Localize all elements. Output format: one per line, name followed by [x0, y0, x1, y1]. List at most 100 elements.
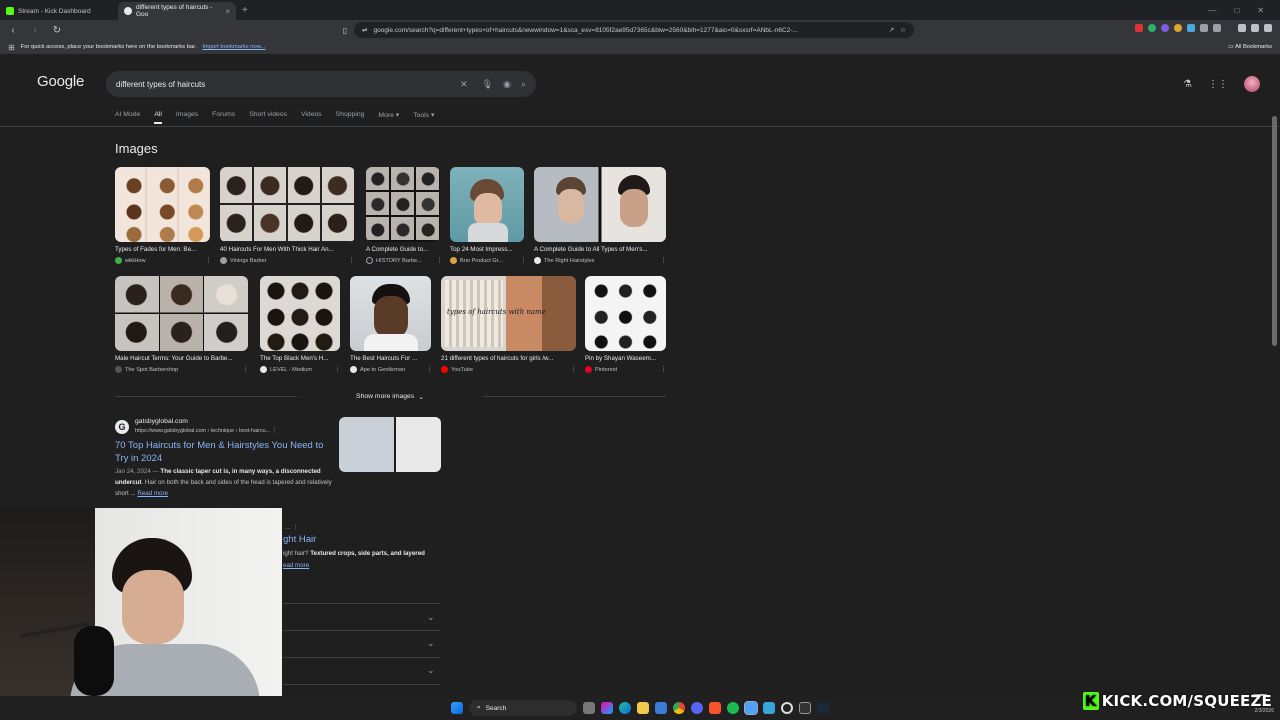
lens-icon[interactable]: ◉ — [503, 79, 511, 90]
sidebar-icon[interactable] — [1213, 24, 1221, 32]
tab-kick-dashboard[interactable]: Stream - Kick Dashboard — [0, 2, 118, 20]
image-caption[interactable]: 40 Haircuts For Men With Thick Hair An..… — [220, 246, 355, 253]
address-bar[interactable]: ⇌ google.com/search?q=different+types+of… — [354, 22, 914, 38]
result-thumbnail[interactable] — [339, 417, 441, 472]
close-tab-icon[interactable]: × — [225, 7, 230, 16]
image-thumbnail[interactable] — [115, 276, 248, 351]
edge-icon[interactable] — [619, 702, 631, 714]
menu-icon[interactable] — [1264, 24, 1272, 32]
image-thumbnail[interactable] — [220, 167, 355, 242]
apps-grid-icon[interactable]: ⋮⋮ — [1208, 79, 1228, 90]
more-options-icon[interactable]: ⋮ — [660, 256, 667, 264]
image-caption[interactable]: A Complete Guide to... — [366, 246, 440, 253]
extension-icon[interactable] — [1161, 24, 1169, 32]
image-source[interactable]: HISTORY Barbe... — [366, 257, 422, 264]
extension-icon[interactable] — [1148, 24, 1156, 32]
terminal-icon[interactable] — [799, 702, 811, 714]
image-source[interactable]: Vinings Barber — [220, 257, 267, 264]
copilot-icon[interactable] — [601, 702, 613, 714]
image-thumbnail[interactable] — [366, 167, 440, 242]
google-logo[interactable]: Google — [37, 73, 84, 90]
result-title-link[interactable]: 70 Top Haircuts for Men & Hairstyles You… — [115, 439, 333, 465]
star-icon[interactable]: ☆ — [900, 26, 906, 34]
close-window-icon[interactable]: ✕ — [1257, 6, 1264, 15]
image-source[interactable]: wikiHow — [115, 257, 146, 264]
mic-icon[interactable]: 🎙 — [482, 79, 493, 90]
search-icon[interactable]: ⌕ — [521, 79, 526, 90]
image-caption[interactable]: 21 different types of haircuts for girls… — [441, 355, 576, 362]
taskbar-search[interactable]: ⌕ Search — [469, 700, 577, 716]
more-options-icon[interactable]: ⋮ — [426, 365, 433, 373]
chrome-icon[interactable] — [673, 702, 685, 714]
forward-icon[interactable]: › — [28, 25, 42, 36]
more-options-icon[interactable]: ⋮ — [660, 365, 667, 373]
steam-icon[interactable] — [817, 702, 829, 714]
chevron-down-icon[interactable]: ⌄ — [427, 638, 435, 649]
tab-google-search[interactable]: different types of haircuts - Goo × — [118, 2, 236, 20]
tab-short-videos[interactable]: Short videos — [249, 111, 287, 124]
obs-icon[interactable] — [781, 702, 793, 714]
tab-all[interactable]: All — [154, 111, 162, 124]
puzzle-icon[interactable] — [1200, 24, 1208, 32]
read-more-link[interactable]: ead more — [283, 562, 309, 569]
explorer-icon[interactable] — [637, 702, 649, 714]
result-url[interactable]: https://www.gatsbyglobal.com › technique… — [135, 428, 277, 434]
import-bookmarks-link[interactable]: Import bookmarks now... — [202, 44, 265, 50]
more-options-icon[interactable]: ⋮ — [334, 365, 341, 373]
image-caption[interactable]: The Top Black Men's H... — [260, 355, 340, 362]
brave-icon[interactable] — [709, 702, 721, 714]
more-options-icon[interactable]: ⋮ — [520, 256, 527, 264]
image-source[interactable]: Brio Product Gr... — [450, 257, 503, 264]
tab-forums[interactable]: Forums — [212, 111, 235, 124]
bookmark-icon[interactable]: ▯ — [338, 26, 352, 35]
taskview-icon[interactable] — [583, 702, 595, 714]
maximize-icon[interactable]: □ — [1234, 6, 1239, 15]
tab-images[interactable]: Images — [176, 111, 198, 124]
reload-icon[interactable]: ↻ — [50, 25, 64, 36]
more-options-icon[interactable]: ⋮ — [205, 256, 212, 264]
more-options-icon[interactable]: ⋮ — [570, 365, 577, 373]
tab-videos[interactable]: Videos — [301, 111, 322, 124]
read-more-link[interactable]: Read more — [137, 490, 168, 497]
image-caption[interactable]: The Best Haircuts For ... — [350, 355, 431, 362]
image-caption[interactable]: Pin by Shayan Waseem... — [585, 355, 666, 362]
more-options-icon[interactable]: ⋮ — [242, 365, 249, 373]
tab-tools[interactable]: Tools ▾ — [413, 111, 434, 124]
image-source[interactable]: The Spot Barbershop — [115, 366, 178, 373]
tab-more[interactable]: More ▾ — [378, 111, 399, 124]
new-tab-button[interactable]: + — [236, 5, 254, 16]
app-icon[interactable] — [763, 702, 775, 714]
image-source[interactable]: Pinterest — [585, 366, 617, 373]
chevron-down-icon[interactable]: ⌄ — [427, 665, 435, 676]
result-site-name[interactable]: gatsbyglobal.com — [135, 418, 188, 425]
image-source[interactable]: Ape to Gentleman — [350, 366, 405, 373]
image-source[interactable]: LEVEL - Medium — [260, 366, 312, 373]
back-icon[interactable]: ‹ — [6, 25, 20, 36]
image-thumbnail[interactable] — [450, 167, 524, 242]
apps-icon[interactable]: ⊞ — [8, 43, 15, 52]
image-caption[interactable]: Types of Fades for Men: Be... — [115, 246, 210, 253]
site-info-icon[interactable]: ⇌ — [362, 26, 367, 34]
tab-ai-mode[interactable]: AI Mode — [115, 111, 140, 124]
image-thumbnail[interactable]: types of haircuts with name — [441, 276, 576, 351]
avatar[interactable] — [1244, 76, 1260, 92]
discord-icon[interactable] — [691, 702, 703, 714]
minimize-icon[interactable]: — — [1208, 6, 1216, 15]
all-bookmarks-button[interactable]: ▭ All Bookmarks — [1228, 44, 1272, 50]
image-source[interactable]: YouTube — [441, 366, 473, 373]
extension-icon[interactable] — [1187, 24, 1195, 32]
gatsby-favicon-icon[interactable]: G — [115, 420, 129, 434]
clear-icon[interactable]: ✕ — [460, 79, 468, 90]
image-thumbnail[interactable] — [260, 276, 340, 351]
image-thumbnail[interactable] — [115, 167, 210, 242]
spotify-icon[interactable] — [727, 702, 739, 714]
image-caption[interactable]: Male Haircut Terms: Your Guide to Barbe.… — [115, 355, 248, 362]
share-icon[interactable]: ↗ — [889, 26, 894, 34]
download-icon[interactable] — [1238, 24, 1246, 32]
image-source[interactable]: The Right Hairstyles — [534, 257, 594, 264]
extension-icon[interactable] — [1135, 24, 1143, 32]
more-options-icon[interactable]: … ⋮ — [285, 524, 299, 531]
more-options-icon[interactable]: ⋮ — [272, 428, 277, 434]
chevron-down-icon[interactable]: ⌄ — [427, 612, 435, 623]
show-more-images-button[interactable]: Show more images ⌄ — [297, 388, 483, 405]
